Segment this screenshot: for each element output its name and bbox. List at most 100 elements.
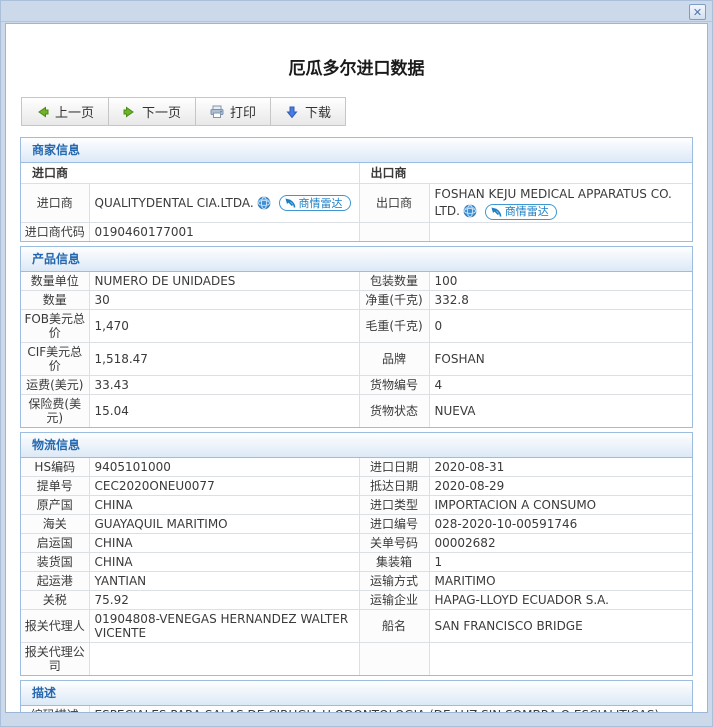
field-value: 30 (88, 290, 360, 310)
prev-page-button[interactable]: 上一页 (21, 97, 110, 126)
field-label: 启运国 (20, 533, 90, 553)
business-radar-label: 商情雷达 (298, 196, 343, 210)
field-label: 进口编号 (358, 514, 430, 534)
business-radar-badge[interactable]: 商情雷达 (484, 203, 557, 220)
toolbar: 上一页 下一页 打印 下载 (21, 97, 707, 126)
table-row: 进口商 QUALITYDENTAL CIA.LTDA. 商情雷达 出口商 FOS… (20, 183, 693, 223)
radar-icon (490, 206, 502, 218)
field-value: SAN FRANCISCO BRIDGE (428, 609, 693, 643)
field-label: 品牌 (358, 342, 430, 376)
download-label: 下载 (305, 106, 332, 121)
next-page-label: 下一页 (142, 106, 182, 121)
field-label: 进口日期 (358, 457, 430, 477)
field-value: CEC2020ONEU0077 (88, 476, 360, 496)
field-value: 1,518.47 (88, 342, 360, 376)
field-value: GUAYAQUIL MARITIMO (88, 514, 360, 534)
close-button[interactable]: ✕ (689, 4, 706, 20)
table-row: 关税 75.92 运输企业 HAPAG-LLOYD ECUADOR S.A. (20, 590, 693, 610)
field-label: 装货国 (20, 552, 90, 572)
field-label: 编码描述 (20, 705, 90, 712)
field-label: 货物编号 (358, 375, 430, 395)
field-value: 100 (428, 271, 693, 291)
field-label: 数量单位 (20, 271, 90, 291)
field-label: 船名 (358, 609, 430, 643)
field-value (428, 222, 693, 242)
prev-page-label: 上一页 (55, 106, 95, 121)
field-label: 数量 (20, 290, 90, 310)
logistics-section-title: 物流信息 (21, 433, 692, 458)
next-page-button[interactable]: 下一页 (108, 97, 197, 126)
print-button[interactable]: 打印 (195, 97, 272, 126)
table-row: 数量 30 净重(千克) 332.8 (20, 290, 693, 310)
field-label: 关单号码 (358, 533, 430, 553)
field-label: 关税 (20, 590, 90, 610)
field-label: 运费(美元) (20, 375, 90, 395)
field-value: 332.8 (428, 290, 693, 310)
field-value: 2020-08-29 (428, 476, 693, 496)
field-value: CHINA (88, 533, 360, 553)
table-row: 保险费(美元) 15.04 货物状态 NUEVA (20, 394, 693, 428)
field-label: 进口商 (20, 183, 90, 223)
field-value: 028-2020-10-00591746 (428, 514, 693, 534)
field-value: 33.43 (88, 375, 360, 395)
field-value: CHINA (88, 495, 360, 515)
field-value: 9405101000 (88, 457, 360, 477)
field-value: 15.04 (88, 394, 360, 428)
radar-icon (284, 197, 296, 209)
table-row: 编码描述 ESPECIALES PARA SALAS DE CIRUGIA U … (20, 705, 693, 712)
globe-icon[interactable] (463, 204, 477, 218)
importer-column-header: 进口商 (20, 162, 360, 184)
exporter-column-header: 出口商 (358, 162, 693, 184)
table-row: 运费(美元) 33.43 货物编号 4 (20, 375, 693, 395)
table-row: 海关 GUAYAQUIL MARITIMO 进口编号 028-2020-10-0… (20, 514, 693, 534)
field-value: IMPORTACION A CONSUMO (428, 495, 693, 515)
table-row: 启运国 CHINA 关单号码 00002682 (20, 533, 693, 553)
printer-icon (210, 105, 224, 118)
field-label (358, 642, 430, 676)
field-value: 1 (428, 552, 693, 572)
arrow-right-icon (123, 106, 136, 118)
field-value: 00002682 (428, 533, 693, 553)
print-label: 打印 (230, 106, 257, 121)
field-label: 原产国 (20, 495, 90, 515)
table-row: 起运港 YANTIAN 运输方式 MARITIMO (20, 571, 693, 591)
field-label: CIF美元总价 (20, 342, 90, 376)
merchant-table: 进口商 出口商 进口商 QUALITYDENTAL CIA.LTDA. 商情雷达… (20, 162, 693, 242)
field-value: HAPAG-LLOYD ECUADOR S.A. (428, 590, 693, 610)
field-label: 提单号 (20, 476, 90, 496)
field-label: 集装箱 (358, 552, 430, 572)
description-section: 描述 编码描述 ESPECIALES PARA SALAS DE CIRUGIA… (20, 680, 693, 712)
logistics-section: 物流信息 HS编码 9405101000 进口日期 2020-08-31 提单号… (20, 432, 693, 676)
download-button[interactable]: 下载 (270, 97, 347, 126)
field-label: 抵达日期 (358, 476, 430, 496)
field-value: ESPECIALES PARA SALAS DE CIRUGIA U ODONT… (88, 705, 693, 712)
table-row: 数量单位 NUMERO DE UNIDADES 包装数量 100 (20, 271, 693, 291)
field-value: 0 (428, 309, 693, 343)
field-label: 进口类型 (358, 495, 430, 515)
field-label: 运输企业 (358, 590, 430, 610)
table-row: 提单号 CEC2020ONEU0077 抵达日期 2020-08-29 (20, 476, 693, 496)
field-label: 报关代理公司 (20, 642, 90, 676)
field-label: 运输方式 (358, 571, 430, 591)
field-label: 出口商 (358, 183, 430, 223)
merchant-section: 商家信息 进口商 出口商 进口商 QUALITYDENTAL CIA.LTDA.… (20, 137, 693, 242)
field-value: NUMERO DE UNIDADES (88, 271, 360, 291)
arrow-left-icon (36, 106, 49, 118)
dialog-titlebar: ✕ (1, 1, 712, 22)
field-label: 报关代理人 (20, 609, 90, 643)
field-label (358, 222, 430, 242)
product-section: 产品信息 数量单位 NUMERO DE UNIDADES 包装数量 100 数量… (20, 246, 693, 428)
table-row: FOB美元总价 1,470 毛重(千克) 0 (20, 309, 693, 343)
business-radar-badge[interactable]: 商情雷达 (278, 195, 351, 211)
dialog-window: ✕ 厄瓜多尔进口数据 上一页 下一页 打印 下载 商家信息 进口商 出口商 进口… (0, 0, 713, 727)
table-row: HS编码 9405101000 进口日期 2020-08-31 (20, 457, 693, 477)
arrow-down-icon (285, 106, 299, 118)
field-value (428, 642, 693, 676)
table-row: CIF美元总价 1,518.47 品牌 FOSHAN (20, 342, 693, 376)
logistics-table: HS编码 9405101000 进口日期 2020-08-31 提单号 CEC2… (20, 457, 693, 676)
globe-icon[interactable] (257, 196, 271, 210)
field-value: MARITIMO (428, 571, 693, 591)
field-value: 2020-08-31 (428, 457, 693, 477)
field-value: 4 (428, 375, 693, 395)
field-label: 包装数量 (358, 271, 430, 291)
